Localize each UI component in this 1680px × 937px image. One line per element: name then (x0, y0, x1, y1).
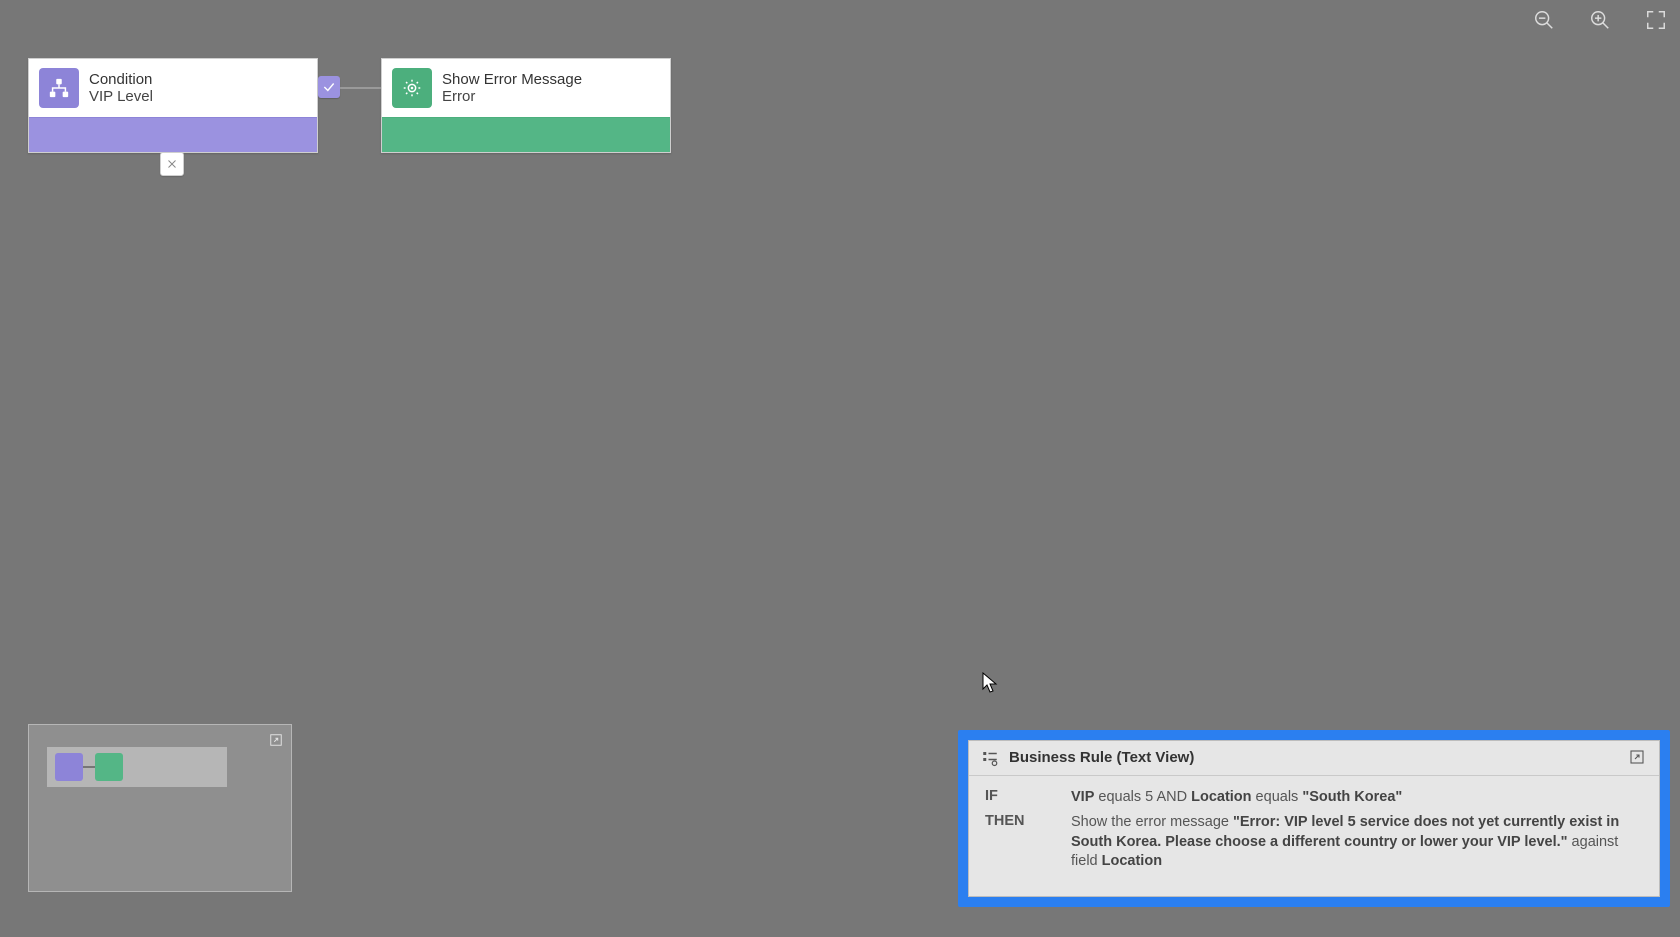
expand-icon (269, 733, 283, 747)
false-branch-button[interactable] (160, 152, 184, 176)
node-subtitle: Error (442, 88, 582, 105)
textview-if-row: IF VIP equals 5 AND Location equals "Sou… (985, 788, 1643, 808)
expand-icon (1629, 749, 1645, 765)
zoom-in-button[interactable] (1586, 6, 1614, 34)
zoom-out-button[interactable] (1530, 6, 1558, 34)
minimap-expand-button[interactable] (267, 731, 285, 749)
action-node[interactable]: Show Error Message Error (381, 58, 671, 153)
minimap-action-node (95, 753, 123, 781)
textview-header: Business Rule (Text View) (969, 741, 1659, 776)
textview-body: IF VIP equals 5 AND Location equals "Sou… (969, 776, 1659, 896)
node-strip (382, 117, 670, 152)
if-keyword: IF (985, 788, 1043, 804)
textview-highlight: Business Rule (Text View) IF VIP equals … (958, 730, 1670, 907)
if-op-2: equals (1252, 789, 1303, 805)
fullscreen-button[interactable] (1642, 6, 1670, 34)
then-lead: Show the error message (1071, 814, 1233, 830)
node-subtitle: VIP Level (89, 88, 153, 105)
zoom-out-icon (1533, 9, 1555, 31)
gear-eye-icon (392, 68, 432, 108)
textview-title: Business Rule (Text View) (1009, 749, 1194, 766)
minimap-viewport (47, 747, 227, 787)
node-header: Show Error Message Error (382, 59, 670, 117)
then-keyword: THEN (985, 813, 1043, 829)
mouse-cursor (982, 672, 998, 694)
if-expression: VIP equals 5 AND Location equals "South … (1071, 788, 1643, 808)
condition-node[interactable]: Condition VIP Level (28, 58, 318, 153)
textview-then-row: THEN Show the error message "Error: VIP … (985, 813, 1643, 872)
branch-icon (39, 68, 79, 108)
textview-panel[interactable]: Business Rule (Text View) IF VIP equals … (968, 740, 1660, 897)
minimap[interactable] (28, 724, 292, 892)
if-op-1: equals 5 AND (1094, 789, 1191, 805)
check-icon (322, 80, 336, 94)
if-field-2: Location (1191, 789, 1251, 805)
zoom-in-icon (1589, 9, 1611, 31)
node-title: Show Error Message (442, 71, 582, 88)
node-header: Condition VIP Level (29, 59, 317, 117)
textview-icon (981, 749, 999, 767)
minimap-connector (83, 766, 95, 768)
x-icon (166, 158, 178, 170)
then-expression: Show the error message "Error: VIP level… (1071, 813, 1643, 872)
true-branch-badge[interactable] (318, 76, 340, 98)
fullscreen-icon (1645, 9, 1667, 31)
then-field: Location (1102, 853, 1162, 869)
node-strip (29, 117, 317, 152)
minimap-condition-node (55, 753, 83, 781)
textview-expand-button[interactable] (1629, 749, 1647, 767)
if-value-2: "South Korea" (1302, 789, 1402, 805)
node-title: Condition (89, 71, 153, 88)
if-field-1: VIP (1071, 789, 1094, 805)
canvas-toolbar (1530, 6, 1670, 34)
